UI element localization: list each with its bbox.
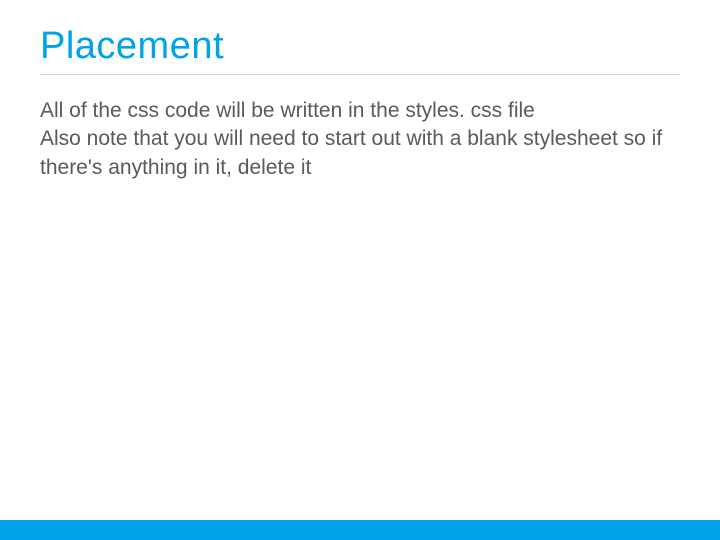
body-paragraph-2: Also note that you will need to start ou…	[40, 125, 680, 182]
slide-body: All of the css code will be written in t…	[40, 97, 680, 182]
bottom-accent-bar	[0, 520, 720, 540]
slide-title: Placement	[40, 25, 680, 75]
body-paragraph-1: All of the css code will be written in t…	[40, 97, 680, 125]
slide-container: Placement All of the css code will be wr…	[0, 0, 720, 540]
